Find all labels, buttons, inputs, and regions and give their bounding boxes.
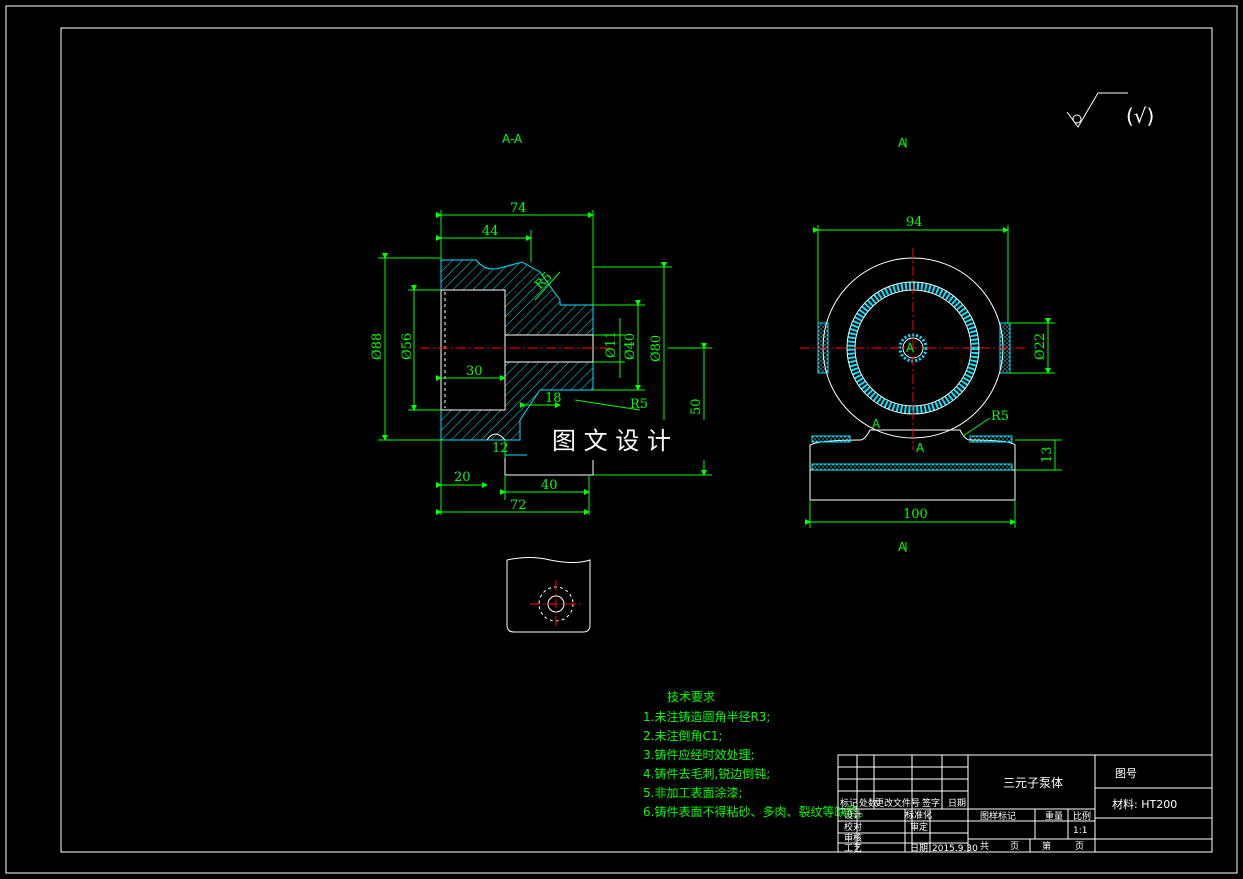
material: 材料: HT200 — [1112, 797, 1177, 811]
section-view: 74 44 R5 Ø88 Ø56 30 Ø11 Ø40 Ø80 18 R5 50… — [370, 201, 712, 515]
process-label: 工艺 — [844, 843, 862, 854]
dim-r5-bottom: R5 — [630, 397, 648, 412]
dim-d22: Ø22 — [1033, 333, 1048, 360]
roughness-text: (√) — [1126, 104, 1154, 128]
weight-label: 重量 — [1045, 810, 1063, 822]
inner-cavity — [440, 289, 506, 411]
dim-94: 94 — [906, 215, 923, 230]
tech-req-item: 6.铸件表面不得粘砂、多肉、裂纹等缺陷。 — [643, 804, 870, 819]
tech-req-item: 3.铸件应经时效处理; — [643, 747, 755, 762]
row-header: 更改文件号 — [875, 797, 920, 809]
row-header: 标记 — [840, 797, 858, 809]
dim-12: 12 — [492, 441, 509, 456]
dim-d88: Ø88 — [370, 333, 385, 360]
watermark: 图 文 设 计 — [552, 427, 671, 455]
row-header: 签字 — [922, 797, 940, 809]
dim-50: 50 — [689, 398, 704, 415]
drawing-no-label: 图号 — [1115, 767, 1137, 780]
drawing-canvas: (√) A-A A 74 44 R5 Ø88 Ø56 30 Ø11 Ø40 Ø8… — [5, 5, 1238, 874]
design-label: 设计 — [844, 809, 862, 821]
std-label: 标准化 — [905, 809, 932, 821]
dim-d56: Ø56 — [400, 333, 415, 360]
tech-req-item: 4.铸件去毛刺,锐边倒钝; — [643, 766, 770, 781]
dim-r5-front: R5 — [991, 409, 1009, 424]
dim-13: 13 — [1040, 446, 1055, 463]
detail-view — [506, 557, 591, 633]
section-mark-center: A — [916, 441, 925, 455]
title-block: 三元子泵体 图号 材料: HT200 标记 处数 更改文件号 签字 日期 设计 … — [837, 754, 1213, 854]
section-mark-left: A — [872, 417, 881, 431]
section-body-upper — [440, 259, 594, 336]
scale-value: 1:1 — [1073, 826, 1087, 836]
dim-d80: Ø80 — [649, 335, 664, 362]
dim-18: 18 — [545, 391, 562, 406]
section-mark-hole: A — [906, 341, 915, 355]
total-label: 共 — [980, 841, 989, 852]
section-label: A-A — [502, 132, 523, 146]
dim-74: 74 — [510, 201, 527, 216]
dim-40b: 40 — [541, 478, 558, 493]
approve-label: 审定 — [910, 821, 928, 833]
dim-72: 72 — [510, 498, 527, 513]
review-label: 审核 — [844, 832, 862, 844]
sheet-label: 第 — [1042, 840, 1051, 852]
tech-req-item: 1.未注铸造圆角半径R3; — [643, 709, 770, 724]
date-value: 2015.9.30 — [932, 844, 978, 854]
page-label: 页 — [1010, 841, 1019, 852]
scale-label: 比例 — [1073, 810, 1091, 822]
check-label: 校对 — [844, 821, 862, 833]
dim-d40: Ø40 — [623, 333, 638, 360]
tech-req-title: 技术要求 — [667, 690, 715, 704]
stage-label: 图样标记 — [980, 810, 1016, 822]
roughness-symbol: (√) — [1066, 92, 1154, 128]
row-header: 日期 — [948, 798, 966, 809]
front-view: 94 Ø22 R5 13 100 A A A — [800, 215, 1062, 528]
dim-100: 100 — [903, 507, 928, 522]
tech-req-item: 2.未注倒角C1; — [643, 728, 723, 743]
sheet-page-label: 页 — [1075, 841, 1084, 852]
tech-req-item: 5.非加工表面涂漆; — [643, 785, 743, 800]
dim-d11: Ø11 — [604, 331, 619, 358]
date-label: 日期 — [910, 843, 928, 854]
dim-30: 30 — [466, 364, 483, 379]
dim-20: 20 — [454, 470, 471, 485]
tech-requirements: 技术要求 1.未注铸造圆角半径R3; 2.未注倒角C1; 3.铸件应经时效处理;… — [643, 690, 870, 819]
dim-44: 44 — [482, 224, 499, 239]
part-name: 三元子泵体 — [1003, 776, 1063, 790]
